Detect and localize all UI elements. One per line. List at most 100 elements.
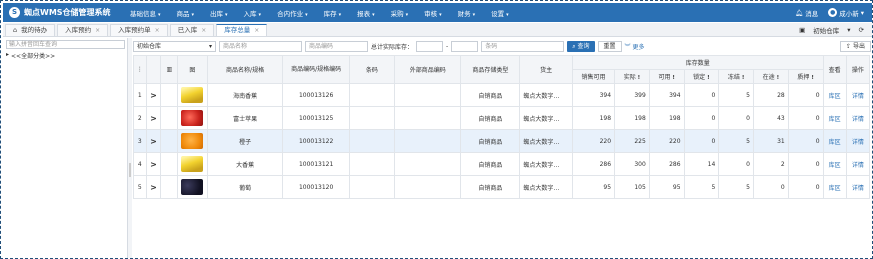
tab-label: 我的待办	[21, 26, 48, 34]
menu-internal-ops[interactable]: 合内作业	[270, 8, 317, 18]
chevron-right-icon[interactable]: >	[150, 114, 157, 123]
column-menu-header[interactable]: ⋮	[133, 55, 147, 84]
chevron-right-icon[interactable]: >	[150, 183, 157, 192]
row-spacer	[160, 83, 179, 107]
row-spacer	[160, 175, 179, 199]
close-icon[interactable]: ×	[201, 25, 206, 36]
chevron-right-icon[interactable]: >	[150, 137, 157, 146]
actual-cell: 300	[614, 152, 650, 176]
notifications-button[interactable]: 🔔︎ 消息	[795, 8, 818, 18]
row-expand[interactable]: >	[145, 175, 162, 199]
tab-inbound-appointment-order[interactable]: 入库预约单 ×	[110, 24, 168, 36]
sell-available-cell: 95	[571, 175, 616, 199]
product-name-input[interactable]: 商品名称	[219, 40, 302, 52]
menu-basic-info[interactable]: 基础信息	[123, 8, 170, 18]
damaged-cell: 0	[787, 152, 824, 176]
tab-received[interactable]: 已入库 ×	[169, 24, 215, 36]
stock-table: ⋮ ▥ 图 商品名称/规格 商品编码/规格编码 条码 外部商品编码 商品存储类型…	[133, 55, 871, 199]
available-header[interactable]: 可用 !	[648, 69, 685, 84]
reset-button[interactable]: 重置	[597, 40, 622, 52]
drag-handle-icon[interactable]	[129, 163, 131, 177]
tab-my-todo[interactable]: ⌂ 我的待办	[5, 24, 56, 36]
in-transit-cell: 0	[753, 175, 789, 199]
product-code-input[interactable]: 商品编码	[305, 40, 368, 52]
actual-header[interactable]: 实际 !	[614, 69, 650, 84]
detail-link[interactable]: 详情	[845, 83, 871, 107]
view-area-link[interactable]: 库区	[822, 152, 847, 176]
frozen-cell: 0	[718, 106, 754, 130]
menu-purchase[interactable]: 采购	[384, 8, 418, 18]
frozen-header[interactable]: 冻结 !	[718, 69, 754, 84]
barcode-input[interactable]: 条码	[481, 40, 565, 52]
detail-link[interactable]: 详情	[845, 152, 871, 176]
product-code-cell: 100013122	[282, 129, 350, 153]
warehouse-switcher[interactable]: ▣ 初始仓库 ▾ ⟳	[799, 23, 872, 36]
view-area-link[interactable]: 库区	[822, 175, 847, 199]
view-area-link[interactable]: 库区	[822, 106, 847, 130]
detail-link[interactable]: 详情	[845, 175, 871, 199]
close-icon[interactable]: ×	[155, 25, 160, 36]
sell-available-header[interactable]: 销售可用	[571, 69, 616, 84]
close-icon[interactable]: ×	[95, 25, 100, 36]
warehouse-name: 初始仓库	[813, 26, 840, 35]
category-search-input[interactable]: 输入拼音回车查询	[6, 40, 125, 49]
qty-min-input[interactable]	[416, 40, 444, 52]
table-row[interactable]: 5 > 葡萄 100013120 自销商品 蜘点大数字… 95 105 95 5 5 0 0 库区 详情	[133, 175, 871, 199]
search-icon: ⌕	[572, 42, 576, 50]
product-image	[181, 156, 204, 172]
storage-type-cell: 自销商品	[460, 129, 521, 153]
row-expand[interactable]: >	[145, 152, 162, 176]
row-expand[interactable]: >	[145, 129, 162, 153]
export-label: 导出	[852, 42, 865, 50]
panel-splitter[interactable]	[128, 38, 132, 258]
chevron-right-icon[interactable]: >	[150, 91, 157, 100]
row-spacer	[160, 129, 179, 153]
more-filters-toggle[interactable]: ︾ 更多	[625, 42, 645, 51]
locked-cell: 14	[683, 152, 720, 176]
close-icon[interactable]: ×	[254, 25, 259, 36]
locked-cell: 0	[683, 129, 720, 153]
menu-settings[interactable]: 设置	[484, 8, 518, 18]
columns-icon[interactable]: ▥	[166, 66, 172, 73]
damaged-header[interactable]: 质押 !	[787, 69, 824, 84]
tab-inbound-appointment[interactable]: 入库预约 ×	[57, 24, 109, 36]
warehouse-select[interactable]: 初始仓库 ▾	[133, 40, 216, 52]
actual-qty-label: 总计实际库存：	[371, 43, 414, 51]
app-logo[interactable]: S 蜘点WMS仓储管理系统	[3, 7, 123, 18]
refresh-icon[interactable]: ⟳	[859, 26, 864, 34]
menu-audit[interactable]: 审核	[417, 8, 451, 18]
chevron-right-icon[interactable]: >	[150, 160, 157, 169]
table-row[interactable]: 3 > 橙子 100013122 自销商品 蜘点大数字… 220 225 220 0 5 31 0 库区详…	[133, 129, 871, 153]
menu-inbound[interactable]: 入库	[237, 8, 271, 18]
menu-goods[interactable]: 商品	[170, 8, 204, 18]
locked-cell: 0	[683, 83, 720, 107]
info-icon: !	[741, 75, 745, 81]
export-button[interactable]: ⇪ 导出	[840, 40, 871, 52]
view-area-link[interactable]: 库区	[822, 129, 847, 153]
menu-inventory[interactable]: 库存	[317, 8, 351, 18]
detail-link[interactable]: 详情	[845, 106, 871, 130]
table-row[interactable]: 4 > 大香蕉 100013121 自销商品 蜘点大数字… 286 300 286 14 0 2 0 库区…	[133, 152, 871, 176]
table-row[interactable]: 1 > 海南香蕉 100013126 自销商品 蜘点大数字… 394 399 394 0 5 28 0 库…	[133, 83, 871, 107]
vertical-dots-icon[interactable]: ⋮	[137, 66, 143, 73]
in-transit-header[interactable]: 在途 !	[753, 69, 789, 84]
column-settings-header[interactable]: ▥	[160, 55, 179, 84]
locked-header[interactable]: 锁定 !	[683, 69, 720, 84]
menu-outbound[interactable]: 出库	[203, 8, 237, 18]
table-row[interactable]: 2 > 富士苹果 100013125 自销商品 蜘点大数字… 198 198 198 0 0 43 0 库…	[133, 106, 871, 130]
stock-table-body: 1 > 海南香蕉 100013126 自销商品 蜘点大数字… 394 399 394 0 5 28 0 库…	[133, 83, 871, 199]
damaged-cell: 0	[787, 129, 824, 153]
row-expand[interactable]: >	[145, 83, 162, 107]
user-menu[interactable]: ● 成小新 ▾	[828, 8, 864, 18]
detail-link[interactable]: 详情	[845, 129, 871, 153]
product-name-cell: 富士苹果	[206, 106, 284, 130]
tab-stock-total[interactable]: 库存总量 ×	[216, 24, 268, 36]
menu-reports[interactable]: 报表	[350, 8, 384, 18]
category-tree-root[interactable]: ▸ <<全部分类>>	[3, 51, 127, 60]
damaged-cell: 0	[787, 83, 824, 107]
menu-finance[interactable]: 财务	[451, 8, 485, 18]
qty-max-input[interactable]	[451, 40, 479, 52]
row-expand[interactable]: >	[145, 106, 162, 130]
view-area-link[interactable]: 库区	[822, 83, 847, 107]
search-button[interactable]: ⌕ 查询	[567, 40, 595, 52]
